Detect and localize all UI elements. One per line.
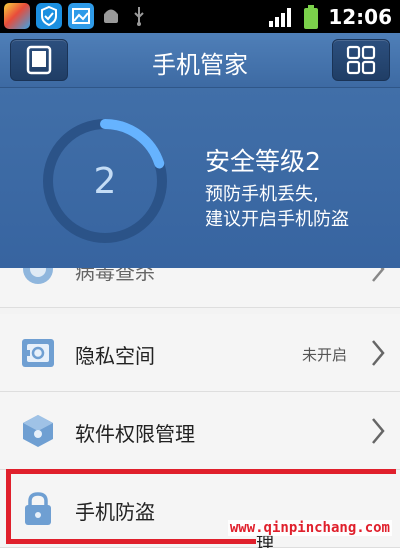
security-level-title: 安全等级2	[205, 147, 321, 176]
chevron-right-icon	[372, 268, 385, 282]
list-item-label: 病毒查杀	[75, 268, 155, 284]
grid-menu-button[interactable]	[332, 39, 390, 81]
status-bar: 12:06	[0, 0, 400, 33]
clock: 12:06	[328, 5, 392, 29]
grid-icon	[346, 45, 376, 75]
usb-icon	[134, 7, 144, 26]
highlight-box-bottom	[6, 539, 256, 544]
shield-notification-icon	[36, 3, 62, 29]
image-notification-icon	[68, 3, 94, 29]
status-text: 未开启	[301, 346, 347, 364]
list-item-permission-manager[interactable]: 软件权限管理	[0, 392, 400, 470]
battery-icon	[304, 5, 319, 29]
security-summary-panel[interactable]: 2 安全等级2 预防手机丢失, 建议开启手机防盗	[0, 88, 400, 268]
android-icon	[104, 9, 118, 23]
signal-icon	[269, 8, 292, 27]
list-item-label: 隐私空间	[75, 344, 155, 368]
list-item-label: 软件权限管理	[75, 422, 195, 446]
virus-scan-icon	[23, 268, 53, 284]
security-advice-line2: 建议开启手机防盗	[205, 209, 349, 230]
app-notification-icon	[4, 3, 30, 29]
list-item-virus-scan[interactable]: 病毒查杀	[0, 268, 400, 308]
security-level-number: 2	[93, 160, 117, 202]
watermark: www.qinpinchang.com	[227, 520, 392, 536]
cube-icon	[23, 415, 53, 447]
safe-box-icon	[22, 339, 54, 367]
security-advice-line1: 预防手机丢失,	[205, 184, 319, 205]
app-header: 手机管家	[0, 33, 400, 88]
list-item-privacy-space[interactable]: 隐私空间 未开启	[0, 314, 400, 392]
feature-list: 病毒查杀 隐私空间 未开启 软件权限管理 手机防盗 理 www.qinpinch…	[0, 268, 400, 548]
chevron-right-icon	[372, 418, 385, 444]
chevron-right-icon	[372, 340, 385, 366]
